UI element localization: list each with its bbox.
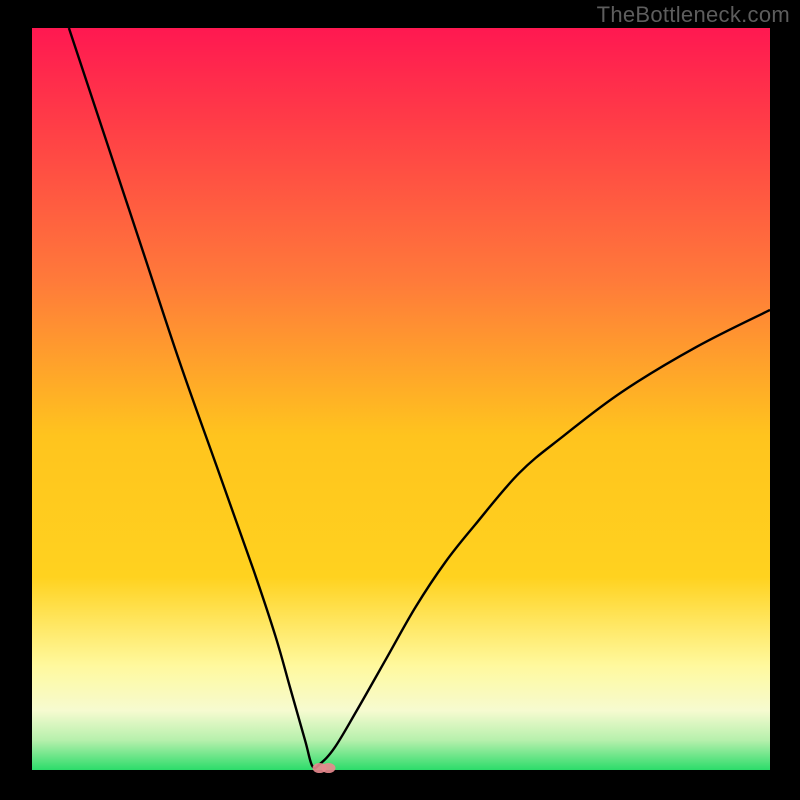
curve-min-marker	[313, 763, 336, 773]
watermark-text: TheBottleneck.com	[597, 2, 790, 28]
bottleneck-chart	[0, 0, 800, 800]
plot-background	[32, 28, 770, 770]
chart-frame: TheBottleneck.com	[0, 0, 800, 800]
